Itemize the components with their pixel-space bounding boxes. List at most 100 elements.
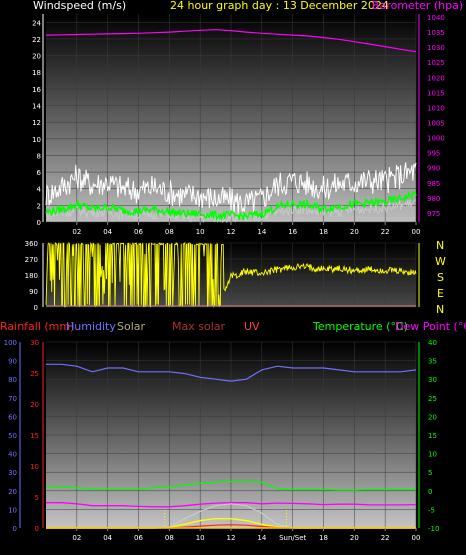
- x-tick-label-04: 04: [103, 534, 112, 542]
- humidity-tick-0: 0: [13, 525, 17, 533]
- weather-graph-canvas: Windspeed (m/s) 24 hour graph day : 13 D…: [0, 0, 466, 542]
- direction-tick-360: 360: [25, 240, 38, 248]
- temperature-legend: Temperature (°C): [312, 320, 408, 333]
- temp-tick-5: 5: [428, 469, 432, 477]
- x-tick-label-12: 12: [227, 228, 236, 236]
- x-tick-label-00: 00: [412, 534, 421, 542]
- solar-legend: Solar: [117, 320, 146, 333]
- rain-tick-5: 5: [35, 494, 39, 502]
- x-tick-label-20: 20: [350, 228, 359, 236]
- humidity-tick-50: 50: [8, 432, 17, 440]
- x-tick-label-08: 08: [165, 534, 174, 542]
- humidity-tick-20: 20: [8, 488, 17, 496]
- y-right-tick-980: 980: [427, 195, 440, 203]
- x-tick-label-18: 18: [319, 534, 328, 542]
- y-right-tick-1010: 1010: [427, 104, 445, 112]
- y-left-tick-24: 24: [32, 19, 41, 27]
- temp-tick-15: 15: [428, 432, 437, 440]
- y-left-tick-14: 14: [32, 103, 41, 111]
- y-left-tick-18: 18: [32, 69, 41, 77]
- y-right-tick-1000: 1000: [427, 135, 445, 143]
- temp-tick-0: 0: [428, 488, 432, 496]
- compass-n-bottom: N: [436, 303, 444, 316]
- uv-legend: UV: [244, 320, 260, 333]
- x-tick-label-06: 06: [134, 534, 143, 542]
- x-tick-label-18: 18: [319, 228, 328, 236]
- direction-tick-0: 0: [34, 304, 38, 312]
- rain-tick-30: 30: [30, 339, 39, 347]
- humidity-tick-40: 40: [8, 451, 17, 459]
- humidity-tick-30: 30: [8, 469, 17, 477]
- direction-tick-270: 270: [25, 256, 38, 264]
- y-right-tick-1025: 1025: [427, 59, 445, 67]
- y-right-tick-995: 995: [427, 150, 440, 158]
- y-left-tick-2: 2: [37, 202, 41, 210]
- temp-tick--10: -10: [428, 525, 439, 533]
- y-left-tick-4: 4: [37, 186, 42, 194]
- x-tick-label-06: 06: [134, 228, 143, 236]
- barometer-axis-title: Barometer (hpa): [372, 0, 463, 12]
- y-right-tick-975: 975: [427, 210, 440, 218]
- y-left-tick-0: 0: [37, 219, 41, 227]
- direction-tick-180: 180: [25, 272, 38, 280]
- y-right-tick-985: 985: [427, 180, 440, 188]
- y-right-tick-990: 990: [427, 165, 440, 173]
- chart-title: 24 hour graph day : 13 December 2024: [170, 0, 389, 12]
- y-left-tick-8: 8: [37, 152, 41, 160]
- x-tick-label-02: 02: [72, 534, 81, 542]
- temp-tick-25: 25: [428, 395, 437, 403]
- compass-w: W: [435, 255, 446, 268]
- y-right-tick-1035: 1035: [427, 29, 445, 37]
- rain-tick-25: 25: [30, 370, 39, 378]
- direction-tick-90: 90: [29, 288, 38, 296]
- x-tick-label-14: 14: [257, 228, 266, 236]
- temp-tick--5: -5: [428, 506, 435, 514]
- windspeed-axis-title: Windspeed (m/s): [33, 0, 126, 12]
- x-tick-label-14: 14: [257, 534, 266, 542]
- y-right-tick-1030: 1030: [427, 44, 445, 52]
- humidity-tick-80: 80: [8, 376, 17, 384]
- x-tick-label-20: 20: [350, 534, 359, 542]
- x-tick-label-00: 00: [412, 228, 421, 236]
- x-tick-label-08: 08: [165, 228, 174, 236]
- rain-tick-20: 20: [30, 401, 39, 409]
- x-tick-label-04: 04: [103, 228, 112, 236]
- x-tick-label-12: 12: [227, 534, 236, 542]
- y-right-tick-1020: 1020: [427, 74, 445, 82]
- temp-tick-10: 10: [428, 451, 437, 459]
- y-right-tick-1005: 1005: [427, 120, 445, 128]
- y-left-tick-16: 16: [32, 86, 41, 94]
- max-solar-legend: Max solar: [172, 320, 225, 333]
- y-left-tick-6: 6: [37, 169, 42, 177]
- temp-tick-35: 35: [428, 358, 437, 366]
- temp-tick-20: 20: [428, 413, 437, 421]
- y-left-tick-10: 10: [32, 136, 41, 144]
- humidity-tick-70: 70: [8, 395, 17, 403]
- humidity-tick-10: 10: [8, 506, 17, 514]
- x-tick-label-10: 10: [196, 228, 205, 236]
- rainfall-legend: Rainfall (mm): [0, 320, 74, 333]
- rain-tick-10: 10: [30, 463, 39, 471]
- humidity-tick-90: 90: [8, 358, 17, 366]
- temp-tick-40: 40: [428, 339, 437, 347]
- compass-e: E: [437, 287, 444, 300]
- compass-labels: N W S E N: [435, 239, 446, 316]
- compass-n-top: N: [436, 239, 444, 252]
- humidity-tick-60: 60: [8, 413, 17, 421]
- x-tick-label-10: 10: [196, 534, 205, 542]
- humidity-legend: Humidity: [66, 320, 116, 333]
- x-tick-label-22: 22: [381, 534, 390, 542]
- y-left-tick-12: 12: [32, 119, 41, 127]
- y-right-tick-1040: 1040: [427, 14, 445, 22]
- humidity-tick-100: 100: [4, 339, 17, 347]
- rain-tick-0: 0: [35, 525, 39, 533]
- y-left-tick-22: 22: [32, 36, 41, 44]
- dew-point-legend: Dew Point (°C): [395, 320, 466, 333]
- rain-tick-15: 15: [30, 432, 39, 440]
- x-tick-label-16: 16: [288, 228, 297, 236]
- compass-s: S: [437, 271, 444, 284]
- temp-tick-30: 30: [428, 376, 437, 384]
- x-tick-label-02: 02: [72, 228, 81, 236]
- y-right-tick-1015: 1015: [427, 89, 445, 97]
- x-tick-label-Sun/Set: Sun/Set: [279, 534, 306, 542]
